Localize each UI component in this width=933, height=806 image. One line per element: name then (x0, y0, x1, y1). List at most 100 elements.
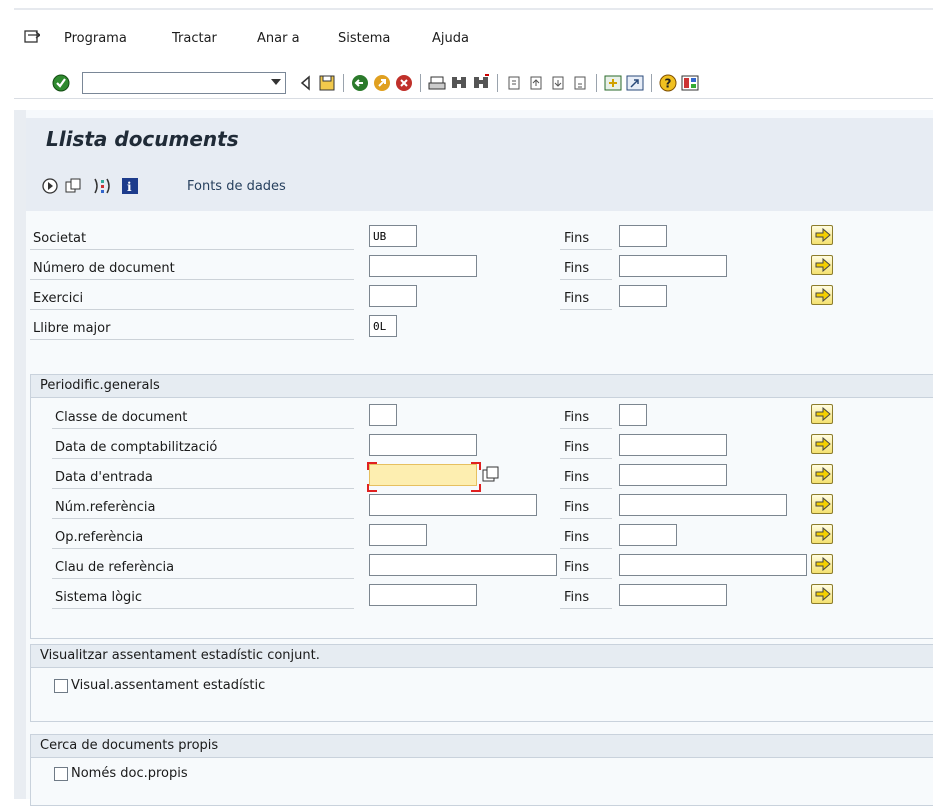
clau-referencia-from-input[interactable] (369, 554, 557, 576)
label-numero-document: Número de document (33, 261, 175, 276)
classe-document-to-input[interactable] (619, 404, 647, 426)
multiple-selection-button[interactable] (811, 404, 833, 424)
societat-to-input[interactable] (619, 225, 667, 247)
info-icon[interactable]: i (121, 177, 139, 195)
multiple-selection-button[interactable] (811, 554, 833, 574)
multiple-selection-button[interactable] (811, 225, 833, 245)
menu-tractar[interactable]: Tractar (172, 31, 217, 46)
multiple-selection-button[interactable] (811, 285, 833, 305)
own-docs-group-title: Cerca de documents propis (40, 738, 219, 753)
visual-assentament-label: Visual.assentament estadístic (71, 678, 266, 693)
print-icon[interactable] (428, 74, 446, 92)
command-field[interactable] (82, 72, 286, 94)
fins-label-row: Fins (560, 554, 612, 579)
fins-label-row: Fins (560, 255, 612, 280)
chevron-down-icon[interactable] (271, 79, 281, 85)
field-row-label: Llibre major (30, 315, 354, 340)
fins-label-row: Fins (560, 464, 612, 489)
save-icon[interactable] (318, 74, 336, 92)
new-session-icon[interactable] (604, 74, 622, 92)
top-border (14, 8, 933, 10)
first-page-icon[interactable] (505, 74, 523, 92)
op-referencia-to-input[interactable] (619, 524, 677, 546)
op-referencia-from-input[interactable] (369, 524, 427, 546)
fins-label-row: Fins (560, 225, 612, 250)
selection-options-icon[interactable] (92, 177, 110, 195)
cancel-icon[interactable] (395, 74, 413, 92)
num-referencia-from-input[interactable] (369, 494, 537, 516)
toolbar-separator (420, 74, 421, 92)
label-fins: Fins (564, 500, 590, 515)
last-page-icon[interactable] (571, 74, 589, 92)
shortcut-icon[interactable] (626, 74, 644, 92)
sistema-logic-from-input[interactable] (369, 584, 477, 606)
menu-ajuda[interactable]: Ajuda (432, 31, 469, 46)
toolbar-separator (651, 74, 652, 92)
llibre-major-input[interactable]: 0L (369, 315, 397, 337)
label-num-referencia: Núm.referència (55, 500, 156, 515)
nomes-doc-propis-label: Només doc.propis (71, 766, 188, 781)
field-row-label: Data de comptabilització (52, 434, 354, 459)
focus-corner (471, 484, 481, 492)
field-row-label: Núm.referència (52, 494, 354, 519)
find-next-icon[interactable] (472, 74, 490, 92)
focus-corner (471, 462, 481, 470)
field-row-label: Op.referència (52, 524, 354, 549)
visual-assentament-checkbox[interactable] (54, 679, 68, 693)
enter-check-icon[interactable] (52, 74, 70, 92)
clau-referencia-to-input[interactable] (619, 554, 807, 576)
sistema-logic-to-input[interactable] (619, 584, 727, 606)
numero-document-from-input[interactable] (369, 255, 477, 277)
num-referencia-to-input[interactable] (619, 494, 787, 516)
data-sources-button[interactable]: Fonts de dades (187, 179, 286, 194)
menu-anar-a[interactable]: Anar a (257, 31, 300, 46)
focus-corner (367, 462, 377, 470)
toolbar-divider (14, 98, 933, 99)
layout-menu-icon[interactable] (681, 74, 699, 92)
arrow-right-icon (815, 258, 831, 272)
page-title: Llista documents (46, 127, 239, 151)
field-row-label: Exercici (30, 285, 354, 310)
multiple-selection-button[interactable] (811, 434, 833, 454)
multiple-selection-button[interactable] (811, 494, 833, 514)
find-icon[interactable] (450, 74, 468, 92)
classe-document-from-input[interactable] (369, 404, 397, 426)
next-page-icon[interactable] (549, 74, 567, 92)
exercici-from-input[interactable] (369, 285, 417, 307)
help-icon[interactable]: ? (659, 74, 677, 92)
societat-from-input[interactable]: UB (369, 225, 417, 247)
arrow-right-icon (815, 497, 831, 511)
toolbar-separator (596, 74, 597, 92)
exercici-to-input[interactable] (619, 285, 667, 307)
execute-icon[interactable] (41, 177, 59, 195)
data-comptabilitzacio-to-input[interactable] (619, 434, 727, 456)
menu-programa[interactable]: Programa (64, 31, 127, 46)
multiple-selection-button[interactable] (811, 464, 833, 484)
back-triangle-icon[interactable] (297, 74, 315, 92)
period-group-title: Periodific.generals (40, 378, 160, 393)
label-llibre-major: Llibre major (33, 321, 111, 336)
menu-icon[interactable] (24, 30, 42, 44)
multiple-selection-button[interactable] (811, 584, 833, 604)
nomes-doc-propis-checkbox[interactable] (54, 767, 68, 781)
label-clau-referencia: Clau de referència (55, 560, 175, 575)
data-entrada-from-input[interactable] (369, 464, 477, 486)
group-header: Visualitzar assentament estadístic conju… (31, 645, 933, 668)
numero-document-to-input[interactable] (619, 255, 727, 277)
label-fins: Fins (564, 261, 590, 276)
label-fins: Fins (564, 231, 590, 246)
fins-label-row: Fins (560, 285, 612, 310)
group-header: Periodific.generals (31, 375, 933, 398)
get-variant-icon[interactable] (64, 177, 82, 195)
back-icon[interactable] (351, 74, 369, 92)
exit-icon[interactable] (373, 74, 391, 92)
data-entrada-to-input[interactable] (619, 464, 727, 486)
multiple-selection-button[interactable] (811, 255, 833, 275)
group-header: Cerca de documents propis (31, 735, 933, 758)
focus-corner (367, 484, 377, 492)
calendar-f4-icon[interactable] (482, 466, 500, 484)
previous-page-icon[interactable] (527, 74, 545, 92)
data-comptabilitzacio-from-input[interactable] (369, 434, 477, 456)
menu-sistema[interactable]: Sistema (338, 31, 390, 46)
multiple-selection-button[interactable] (811, 524, 833, 544)
